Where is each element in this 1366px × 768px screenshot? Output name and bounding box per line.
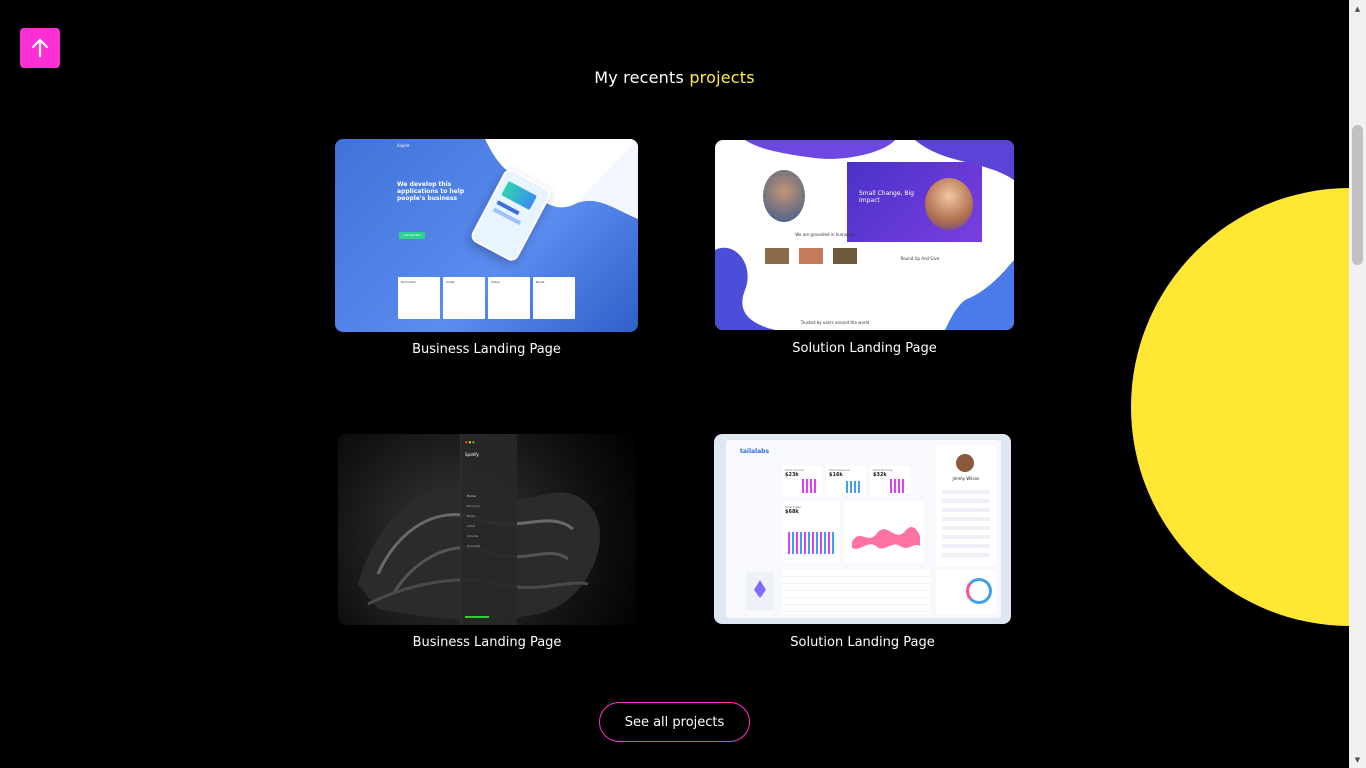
section-title: My recents projects bbox=[0, 68, 1349, 87]
scrollbar-thumb[interactable] bbox=[1352, 125, 1363, 265]
see-all-projects-button[interactable]: See all projects bbox=[599, 702, 750, 742]
preview-app-name: Spotify bbox=[465, 452, 479, 457]
preview-image bbox=[799, 248, 823, 264]
preview-eth-card bbox=[746, 572, 774, 610]
project-caption: Solution Landing Page bbox=[792, 341, 937, 356]
preview-brand: Aspire bbox=[397, 143, 410, 148]
preview-dashboard: tailalabs Total Income $23k Total Expens… bbox=[726, 440, 1001, 618]
preview-image bbox=[765, 248, 789, 264]
project-thumbnail[interactable]: ● ● ● Spotify Home Discover Radio Artist… bbox=[338, 434, 636, 625]
project-thumbnail[interactable]: Aspire We develop this applications to h… bbox=[335, 139, 638, 332]
project-thumbnail[interactable]: tailalabs Total Income $23k Total Expens… bbox=[714, 434, 1011, 624]
preview-feature-card: Dominant bbox=[398, 277, 440, 319]
preview-menu-item: Podcasts bbox=[467, 544, 481, 548]
preview-cta: Get started bbox=[399, 232, 425, 239]
preview-menu-item: Albums bbox=[467, 534, 479, 538]
project-caption: Solution Landing Page bbox=[790, 635, 935, 650]
preview-menu-item: Radio bbox=[467, 514, 476, 518]
scroll-down-arrow-icon[interactable]: ▼ bbox=[1349, 751, 1366, 768]
preview-headline: We develop this applications to help peo… bbox=[397, 181, 465, 202]
preview-chart-label: Total Sales bbox=[785, 505, 801, 509]
preview-footer: Trusted by users around the world bbox=[800, 320, 870, 325]
project-caption: Business Landing Page bbox=[412, 635, 562, 650]
preview-chart-value: $68k bbox=[785, 509, 799, 515]
preview-menu-item: Home bbox=[467, 494, 476, 498]
preview-menu-item: Artist bbox=[467, 524, 476, 528]
preview-photo bbox=[763, 170, 805, 222]
preview-profile-card: Jimmy Wilson bbox=[936, 446, 996, 566]
preview-hero: Small Change, Big Impact bbox=[847, 162, 982, 242]
preview-sales-card: Total Sales $68k bbox=[782, 502, 840, 562]
title-prefix: My recents bbox=[594, 68, 690, 87]
scroll-up-arrow-icon[interactable]: ▲ bbox=[1349, 0, 1366, 17]
preview-stat-value: $23k bbox=[785, 472, 799, 478]
decorative-circle bbox=[1131, 188, 1366, 626]
project-thumbnail[interactable]: Small Change, Big Impact We are grounded… bbox=[715, 140, 1014, 330]
preview-feature-card: Initial bbox=[443, 277, 485, 319]
preview-feature-card: Sharp bbox=[488, 277, 530, 319]
preview-feature-card: Boost bbox=[533, 277, 575, 319]
preview-donut-card bbox=[936, 570, 996, 614]
preview-app-panel: ● ● ● Spotify Home Discover Radio Artist… bbox=[460, 434, 517, 625]
project-caption: Business Landing Page bbox=[412, 342, 561, 357]
preview-stat-value: $16k bbox=[829, 472, 843, 478]
preview-wave-chart bbox=[844, 502, 924, 562]
preview-image bbox=[833, 248, 857, 264]
vertical-scrollbar[interactable]: ▲ ▼ bbox=[1349, 0, 1366, 768]
preview-section2: Round Up And Give bbox=[900, 256, 940, 261]
preview-stat-value: $32k bbox=[873, 472, 887, 478]
title-highlight: projects bbox=[689, 68, 755, 87]
preview-profile-name: Jimmy Wilson bbox=[952, 476, 980, 481]
preview-stat-card: Total Income $23k bbox=[782, 466, 822, 496]
preview-table bbox=[782, 570, 930, 614]
preview-brand: tailalabs bbox=[740, 448, 770, 455]
preview-menu-item: Discover bbox=[467, 504, 481, 508]
preview-hero-text: Small Change, Big Impact bbox=[859, 190, 914, 204]
preview-section1: We are grounded in humanity bbox=[795, 232, 855, 237]
scroll-to-top-button[interactable] bbox=[20, 28, 60, 68]
projects-page: My recents projects Aspire We develop th… bbox=[0, 0, 1366, 768]
preview-stat-card: Total Earning $32k bbox=[870, 466, 910, 496]
preview-stat-card: Total Expense $16k bbox=[826, 466, 866, 496]
arrow-up-icon bbox=[31, 38, 49, 58]
